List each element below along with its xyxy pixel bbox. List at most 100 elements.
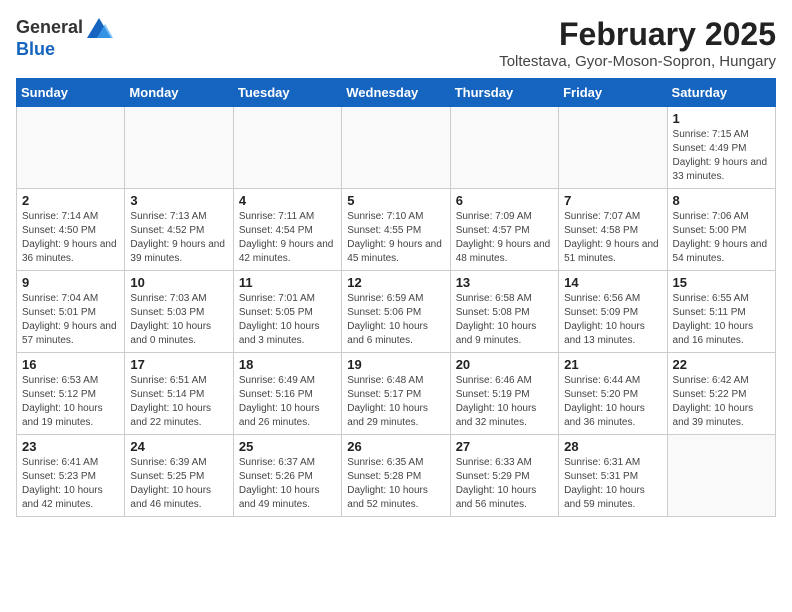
calendar-day-cell	[125, 107, 233, 189]
day-info: Sunrise: 7:11 AM Sunset: 4:54 PM Dayligh…	[239, 210, 336, 266]
day-info: Sunrise: 7:03 AM Sunset: 5:03 PM Dayligh…	[130, 292, 227, 348]
day-info: Sunrise: 7:01 AM Sunset: 5:05 PM Dayligh…	[239, 292, 336, 348]
day-info: Sunrise: 6:51 AM Sunset: 5:14 PM Dayligh…	[130, 374, 227, 430]
day-number: 19	[347, 357, 444, 372]
calendar-week-row: 1 Sunrise: 7:15 AM Sunset: 4:49 PM Daylig…	[17, 107, 776, 189]
day-number: 24	[130, 439, 227, 454]
calendar-table: SundayMondayTuesdayWednesdayThursdayFrid…	[16, 78, 776, 517]
logo-general: General	[16, 18, 83, 38]
calendar-day-cell	[233, 107, 341, 189]
day-number: 12	[347, 275, 444, 290]
day-info: Sunrise: 6:49 AM Sunset: 5:16 PM Dayligh…	[239, 374, 336, 430]
day-number: 14	[564, 275, 661, 290]
calendar-day-cell: 27 Sunrise: 6:33 AM Sunset: 5:29 PM Dayli…	[450, 435, 558, 517]
day-info: Sunrise: 6:41 AM Sunset: 5:23 PM Dayligh…	[22, 456, 119, 512]
day-info: Sunrise: 6:31 AM Sunset: 5:31 PM Dayligh…	[564, 456, 661, 512]
calendar-day-cell: 10 Sunrise: 7:03 AM Sunset: 5:03 PM Dayli…	[125, 271, 233, 353]
calendar-day-cell: 4 Sunrise: 7:11 AM Sunset: 4:54 PM Daylig…	[233, 189, 341, 271]
calendar-day-cell: 13 Sunrise: 6:58 AM Sunset: 5:08 PM Dayli…	[450, 271, 558, 353]
day-number: 27	[456, 439, 553, 454]
calendar-day-cell: 15Sunrise: 6:55 AM Sunset: 5:11 PM Dayli…	[667, 271, 775, 353]
day-number: 28	[564, 439, 661, 454]
day-number: 17	[130, 357, 227, 372]
day-info: Sunrise: 6:39 AM Sunset: 5:25 PM Dayligh…	[130, 456, 227, 512]
day-number: 13	[456, 275, 553, 290]
calendar-week-row: 2 Sunrise: 7:14 AM Sunset: 4:50 PM Daylig…	[17, 189, 776, 271]
logo-icon	[85, 16, 113, 40]
calendar-day-cell: 24 Sunrise: 6:39 AM Sunset: 5:25 PM Dayli…	[125, 435, 233, 517]
title-area: February 2025 Toltestava, Gyor-Moson-Sop…	[499, 16, 776, 70]
weekday-header: Thursday	[450, 79, 558, 107]
day-info: Sunrise: 7:09 AM Sunset: 4:57 PM Dayligh…	[456, 210, 553, 266]
weekday-header: Tuesday	[233, 79, 341, 107]
day-info: Sunrise: 6:37 AM Sunset: 5:26 PM Dayligh…	[239, 456, 336, 512]
day-info: Sunrise: 6:46 AM Sunset: 5:19 PM Dayligh…	[456, 374, 553, 430]
day-info: Sunrise: 6:42 AM Sunset: 5:22 PM Dayligh…	[673, 374, 770, 430]
day-info: Sunrise: 6:56 AM Sunset: 5:09 PM Dayligh…	[564, 292, 661, 348]
calendar-day-cell: 12 Sunrise: 6:59 AM Sunset: 5:06 PM Dayli…	[342, 271, 450, 353]
weekday-header: Saturday	[667, 79, 775, 107]
day-info: Sunrise: 7:07 AM Sunset: 4:58 PM Dayligh…	[564, 210, 661, 266]
calendar-day-cell: 18 Sunrise: 6:49 AM Sunset: 5:16 PM Dayli…	[233, 353, 341, 435]
day-info: Sunrise: 6:53 AM Sunset: 5:12 PM Dayligh…	[22, 374, 119, 430]
calendar-day-cell: 25Sunrise: 6:37 AM Sunset: 5:26 PM Dayli…	[233, 435, 341, 517]
calendar-day-cell: 8 Sunrise: 7:06 AM Sunset: 5:00 PM Daylig…	[667, 189, 775, 271]
day-number: 23	[22, 439, 119, 454]
day-number: 20	[456, 357, 553, 372]
day-number: 26	[347, 439, 444, 454]
calendar-day-cell	[667, 435, 775, 517]
weekday-header: Friday	[559, 79, 667, 107]
day-number: 18	[239, 357, 336, 372]
calendar-day-cell: 21Sunrise: 6:44 AM Sunset: 5:20 PM Dayli…	[559, 353, 667, 435]
calendar-day-cell: 14 Sunrise: 6:56 AM Sunset: 5:09 PM Dayli…	[559, 271, 667, 353]
weekday-header: Wednesday	[342, 79, 450, 107]
calendar-day-cell: 20 Sunrise: 6:46 AM Sunset: 5:19 PM Dayli…	[450, 353, 558, 435]
day-number: 1	[673, 111, 770, 126]
day-info: Sunrise: 7:14 AM Sunset: 4:50 PM Dayligh…	[22, 210, 119, 266]
weekday-header: Monday	[125, 79, 233, 107]
calendar-week-row: 9 Sunrise: 7:04 AM Sunset: 5:01 PM Daylig…	[17, 271, 776, 353]
day-info: Sunrise: 6:44 AM Sunset: 5:20 PM Dayligh…	[564, 374, 661, 430]
calendar-day-cell: 3 Sunrise: 7:13 AM Sunset: 4:52 PM Daylig…	[125, 189, 233, 271]
day-info: Sunrise: 7:04 AM Sunset: 5:01 PM Dayligh…	[22, 292, 119, 348]
day-number: 10	[130, 275, 227, 290]
day-number: 7	[564, 193, 661, 208]
calendar-day-cell	[559, 107, 667, 189]
day-number: 22	[673, 357, 770, 372]
calendar-day-cell: 17 Sunrise: 6:51 AM Sunset: 5:14 PM Dayli…	[125, 353, 233, 435]
day-number: 2	[22, 193, 119, 208]
calendar-day-cell	[342, 107, 450, 189]
day-info: Sunrise: 6:48 AM Sunset: 5:17 PM Dayligh…	[347, 374, 444, 430]
day-number: 15	[673, 275, 770, 290]
day-number: 8	[673, 193, 770, 208]
calendar-day-cell: 5 Sunrise: 7:10 AM Sunset: 4:55 PM Daylig…	[342, 189, 450, 271]
calendar-day-cell: 9 Sunrise: 7:04 AM Sunset: 5:01 PM Daylig…	[17, 271, 125, 353]
calendar-day-cell: 26 Sunrise: 6:35 AM Sunset: 5:28 PM Dayli…	[342, 435, 450, 517]
day-info: Sunrise: 7:06 AM Sunset: 5:00 PM Dayligh…	[673, 210, 770, 266]
calendar-day-cell: 11Sunrise: 7:01 AM Sunset: 5:05 PM Dayli…	[233, 271, 341, 353]
day-number: 4	[239, 193, 336, 208]
month-year: February 2025	[499, 16, 776, 53]
day-number: 9	[22, 275, 119, 290]
day-info: Sunrise: 6:33 AM Sunset: 5:29 PM Dayligh…	[456, 456, 553, 512]
day-number: 6	[456, 193, 553, 208]
logo-blue: Blue	[16, 40, 113, 60]
calendar-header-row: SundayMondayTuesdayWednesdayThursdayFrid…	[17, 79, 776, 107]
page-header: General Blue February 2025 Toltestava, G…	[16, 16, 776, 70]
calendar-day-cell: 2 Sunrise: 7:14 AM Sunset: 4:50 PM Daylig…	[17, 189, 125, 271]
day-info: Sunrise: 7:13 AM Sunset: 4:52 PM Dayligh…	[130, 210, 227, 266]
calendar-day-cell: 16 Sunrise: 6:53 AM Sunset: 5:12 PM Dayli…	[17, 353, 125, 435]
day-number: 5	[347, 193, 444, 208]
day-number: 16	[22, 357, 119, 372]
day-number: 3	[130, 193, 227, 208]
day-info: Sunrise: 7:15 AM Sunset: 4:49 PM Dayligh…	[673, 128, 770, 184]
calendar-day-cell: 23 Sunrise: 6:41 AM Sunset: 5:23 PM Dayli…	[17, 435, 125, 517]
day-info: Sunrise: 6:58 AM Sunset: 5:08 PM Dayligh…	[456, 292, 553, 348]
day-info: Sunrise: 6:35 AM Sunset: 5:28 PM Dayligh…	[347, 456, 444, 512]
calendar-day-cell: 1 Sunrise: 7:15 AM Sunset: 4:49 PM Daylig…	[667, 107, 775, 189]
day-info: Sunrise: 7:10 AM Sunset: 4:55 PM Dayligh…	[347, 210, 444, 266]
day-info: Sunrise: 6:59 AM Sunset: 5:06 PM Dayligh…	[347, 292, 444, 348]
calendar-day-cell	[450, 107, 558, 189]
calendar-day-cell: 22 Sunrise: 6:42 AM Sunset: 5:22 PM Dayli…	[667, 353, 775, 435]
calendar-day-cell: 28 Sunrise: 6:31 AM Sunset: 5:31 PM Dayli…	[559, 435, 667, 517]
